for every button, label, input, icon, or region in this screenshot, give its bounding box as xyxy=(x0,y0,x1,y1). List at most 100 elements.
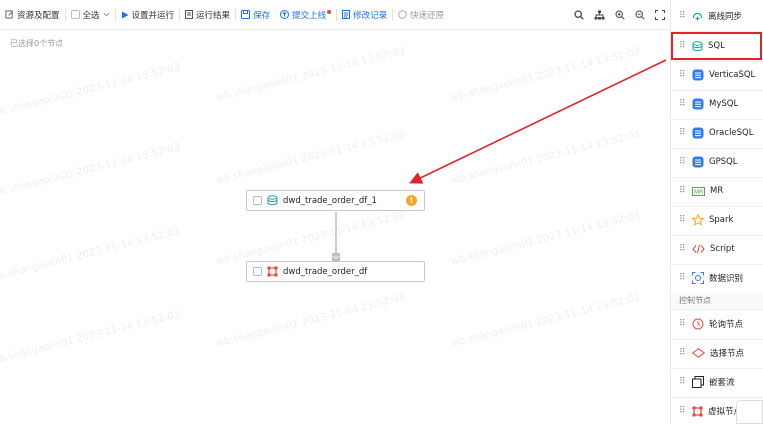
node-palette-panel: ⠿ 离线同步 ⠿ SQL ⠿ VerticaSQL ⠿ MySQL ⠿ Orac… xyxy=(670,0,763,424)
palette-item-gpsql[interactable]: ⠿ GPSQL xyxy=(671,148,763,178)
palette-item-oraclesql[interactable]: ⠿ OracleSQL xyxy=(671,119,763,149)
drag-handle-icon[interactable]: ⠿ xyxy=(679,99,687,109)
watermark: wb.shangaolin01 2023-11-14 13:52:03 xyxy=(0,141,182,200)
drag-handle-icon[interactable]: ⠿ xyxy=(679,348,687,358)
palette-item-mr[interactable]: ⠿ MR MR xyxy=(671,177,763,207)
drag-handle-icon[interactable]: ⠿ xyxy=(679,70,687,80)
log-icon xyxy=(342,10,351,19)
diamond-icon xyxy=(692,348,705,359)
drag-handle-icon[interactable]: ⠿ xyxy=(679,186,687,196)
drag-handle-icon[interactable]: ⠿ xyxy=(679,319,687,329)
restore-icon xyxy=(398,10,407,19)
submit-online-button[interactable]: 提交上线 xyxy=(275,0,336,30)
floating-widget[interactable] xyxy=(736,400,763,424)
watermark: wb.shangaolin01 2023-11-14 13:52:03 xyxy=(0,308,182,367)
document-icon xyxy=(185,10,194,19)
fullscreen-icon[interactable] xyxy=(655,10,665,20)
scan-icon xyxy=(692,272,704,285)
palette-item-label: 数据识别 xyxy=(709,274,744,285)
notification-dot xyxy=(327,9,332,14)
palette-item-offline-sync[interactable]: ⠿ 离线同步 xyxy=(671,2,763,32)
modify-log-button[interactable]: 修改记录 xyxy=(337,0,392,30)
drag-handle-icon[interactable]: ⠿ xyxy=(679,377,687,387)
set-and-run-button[interactable]: 设置并运行 xyxy=(116,0,180,30)
drag-handle-icon[interactable]: ⠿ xyxy=(679,215,687,225)
watermark: wb.shangaolin01 2023-11-14 13:52:03 xyxy=(0,61,182,120)
upload-icon xyxy=(280,10,290,19)
database-icon xyxy=(692,127,704,139)
palette-item-data-recognition[interactable]: ⠿ 数据识别 xyxy=(671,264,763,294)
drag-handle-icon[interactable]: ⠿ xyxy=(679,244,687,254)
watermark: wb.shangaolin01 2023-11-14 13:52:03 xyxy=(0,225,182,284)
palette-item-script[interactable]: ⠿ Script xyxy=(671,235,763,265)
quick-restore-button[interactable]: 快速还原 xyxy=(393,0,449,30)
run-result-button[interactable]: 运行结果 xyxy=(180,0,235,30)
edge-connector xyxy=(332,212,340,261)
palette-item-label: OracleSQL xyxy=(709,128,754,139)
select-all-dropdown[interactable]: 全选 xyxy=(66,0,115,30)
workflow-node-sql[interactable]: dwd_trade_order_df_1 ! xyxy=(246,190,425,211)
palette-item-label: MySQL xyxy=(709,99,739,110)
mr-icon: MR xyxy=(692,186,705,196)
palette-item-label: GPSQL xyxy=(709,157,738,168)
drag-handle-icon[interactable]: ⠿ xyxy=(679,11,687,21)
node-checkbox[interactable] xyxy=(253,196,262,205)
select-all-checkbox[interactable] xyxy=(70,10,80,19)
node-checkbox[interactable] xyxy=(253,267,262,276)
node-label: dwd_trade_order_df_1 xyxy=(283,195,377,206)
drag-handle-icon[interactable]: ⠿ xyxy=(679,157,687,167)
workflow-node-virtual[interactable]: dwd_trade_order_df xyxy=(246,261,425,282)
palette-item-verticasql[interactable]: ⠿ VerticaSQL xyxy=(671,61,763,91)
watermark: wb.shangaolin01 2023-11-14 13:52:03 xyxy=(215,128,407,187)
palette-item-label: MR xyxy=(710,186,724,197)
virtual-node-icon xyxy=(692,406,703,417)
palette-item-spark[interactable]: ⠿ Spark xyxy=(671,206,763,236)
palette-item-label: 离线同步 xyxy=(708,12,743,23)
drag-handle-icon[interactable]: ⠿ xyxy=(679,273,687,283)
watermark: wb.shangaolin01 2023-11-14 13:52:03 xyxy=(450,128,642,187)
palette-item-mysql[interactable]: ⠿ MySQL xyxy=(671,90,763,120)
node-label: dwd_trade_order_df xyxy=(283,266,368,277)
watermark: wb.shangaolin01 2023-11-14 13:52:03 xyxy=(215,291,407,350)
database-icon xyxy=(692,69,704,81)
annotation-highlight-box xyxy=(671,32,762,60)
database-icon xyxy=(692,156,704,168)
sql-icon xyxy=(267,195,278,206)
watermark: wb.shangaolin01 2023-11-14 13:52:03 xyxy=(450,291,642,350)
search-icon[interactable] xyxy=(574,10,584,20)
palette-item-poll[interactable]: ⠿ 轮询节点 xyxy=(671,310,763,340)
workflow-canvas[interactable]: 已选择0个节点 wb.shangaolin01 2023-11-14 13:52… xyxy=(0,31,669,424)
svg-text:MR: MR xyxy=(694,189,703,196)
play-icon xyxy=(121,11,129,18)
watermark: wb.shangaolin01 2023-11-14 13:52:03 xyxy=(450,209,642,268)
resources-config-button[interactable]: 资源及配置 xyxy=(0,0,65,30)
poll-icon xyxy=(692,318,704,330)
watermark: wb.shangaolin01 2023-11-14 13:52:03 xyxy=(215,209,407,268)
palette-item-choice[interactable]: ⠿ 选择节点 xyxy=(671,339,763,369)
chevron-down-icon xyxy=(103,12,109,17)
zoom-out-icon[interactable] xyxy=(635,10,645,20)
drag-handle-icon[interactable]: ⠿ xyxy=(679,406,687,416)
nested-icon xyxy=(692,376,704,389)
watermark: wb.shangaolin01 2023-11-14 13:52:03 xyxy=(215,45,407,104)
palette-item-label: 轮询节点 xyxy=(709,320,744,331)
palette-item-label: VerticaSQL xyxy=(709,70,756,81)
watermark: wb.shangaolin01 2023-11-14 13:52:03 xyxy=(450,45,642,104)
star-icon xyxy=(692,214,704,227)
layout-tree-icon[interactable] xyxy=(594,10,605,20)
zoom-in-icon[interactable] xyxy=(615,10,625,20)
code-icon xyxy=(692,244,705,254)
warning-icon[interactable]: ! xyxy=(406,195,417,206)
save-icon xyxy=(241,10,251,19)
offline-sync-icon xyxy=(692,12,703,21)
canvas-tools xyxy=(574,0,665,30)
drag-handle-icon[interactable]: ⠿ xyxy=(679,128,687,138)
palette-item-label: 嵌套流 xyxy=(709,378,735,389)
palette-item-label: Spark xyxy=(709,215,734,226)
palette-item-nested-flow[interactable]: ⠿ 嵌套流 xyxy=(671,368,763,398)
palette-item-label: 选择节点 xyxy=(710,349,745,360)
save-button[interactable]: 保存 xyxy=(236,0,275,30)
database-icon xyxy=(692,98,704,110)
selection-info: 已选择0个节点 xyxy=(10,39,64,48)
virtual-node-icon xyxy=(267,266,278,277)
